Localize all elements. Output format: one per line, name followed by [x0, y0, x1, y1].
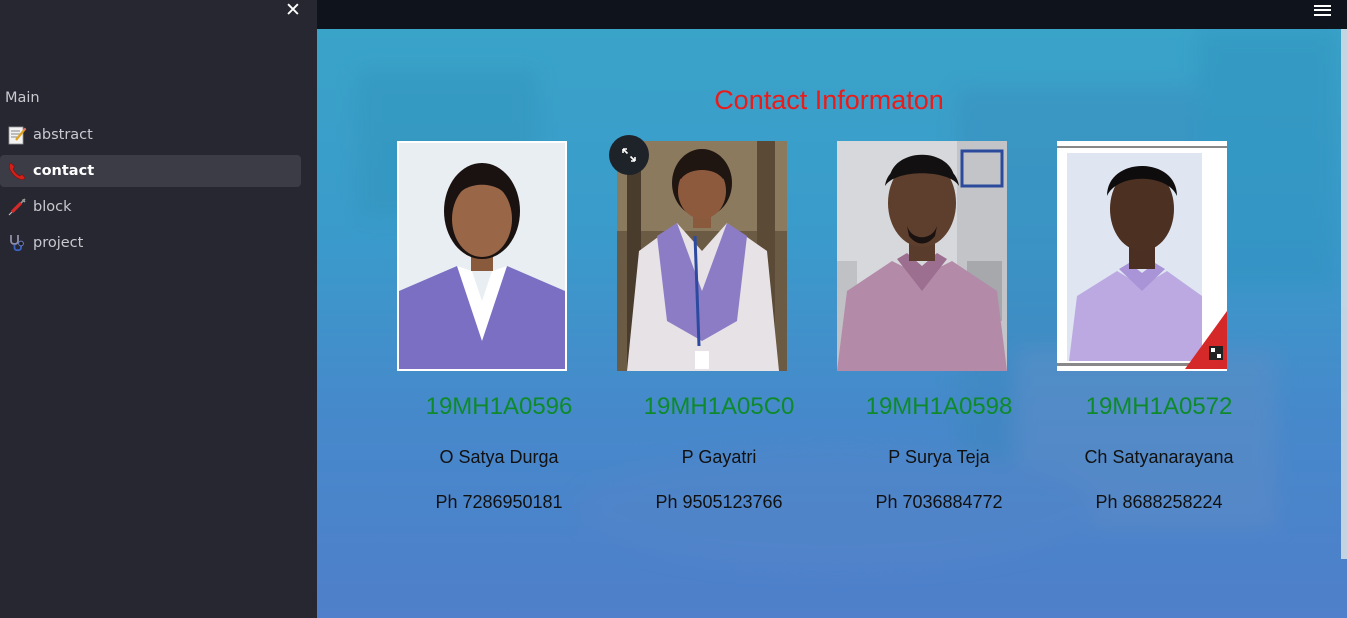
contact-phone: Ph 9505123766: [655, 492, 783, 512]
top-header: [317, 0, 1347, 29]
contact-phone: Ph 7286950181: [435, 492, 563, 512]
contact-photo-4: [1057, 141, 1227, 371]
syringe-icon: [6, 196, 28, 218]
contact-name: Ch Satyanarayana: [1084, 447, 1234, 467]
contact-id: 19MH1A0572: [1085, 393, 1233, 420]
sidebar-item-label: contact: [33, 163, 95, 179]
sidebar-item-label: block: [33, 199, 72, 215]
contact-id: 19MH1A05C0: [643, 393, 795, 420]
sidebar: ✕ Main abstract contact block project: [0, 0, 317, 618]
contact-photo-1: [397, 141, 567, 371]
contact-name: P Surya Teja: [888, 447, 990, 467]
scrollbar[interactable]: [1341, 29, 1347, 559]
contact-phone: Ph 8688258224: [1095, 492, 1223, 512]
contact-id: 19MH1A0596: [425, 393, 573, 420]
stethoscope-icon: [6, 232, 28, 254]
contact-photo-3: [837, 141, 1007, 371]
contact-photo-2: [617, 141, 787, 371]
page-title: Contact Informaton: [714, 85, 944, 115]
sidebar-item-label: project: [33, 235, 84, 251]
sidebar-item-project[interactable]: project: [0, 227, 301, 259]
sidebar-section-label: Main: [5, 90, 40, 106]
sidebar-item-label: abstract: [33, 127, 93, 143]
contact-name: O Satya Durga: [439, 447, 559, 467]
sidebar-item-block[interactable]: block: [0, 191, 301, 223]
sidebar-item-abstract[interactable]: abstract: [0, 119, 301, 151]
main-content: Contact Informaton 19MH1A0596 19MH1A05C0…: [317, 29, 1347, 618]
hamburger-menu-icon[interactable]: [1314, 2, 1331, 16]
close-sidebar-button[interactable]: ✕: [283, 0, 303, 20]
memo-icon: [6, 124, 28, 146]
contact-id: 19MH1A0598: [865, 393, 1013, 420]
contact-name: P Gayatri: [681, 447, 757, 467]
expand-arrows-icon: [622, 148, 636, 162]
telephone-receiver-icon: [6, 160, 28, 182]
contact-phone: Ph 7036884772: [875, 492, 1003, 512]
sidebar-item-contact[interactable]: contact: [0, 155, 301, 187]
fullscreen-expand-button[interactable]: [609, 135, 649, 175]
